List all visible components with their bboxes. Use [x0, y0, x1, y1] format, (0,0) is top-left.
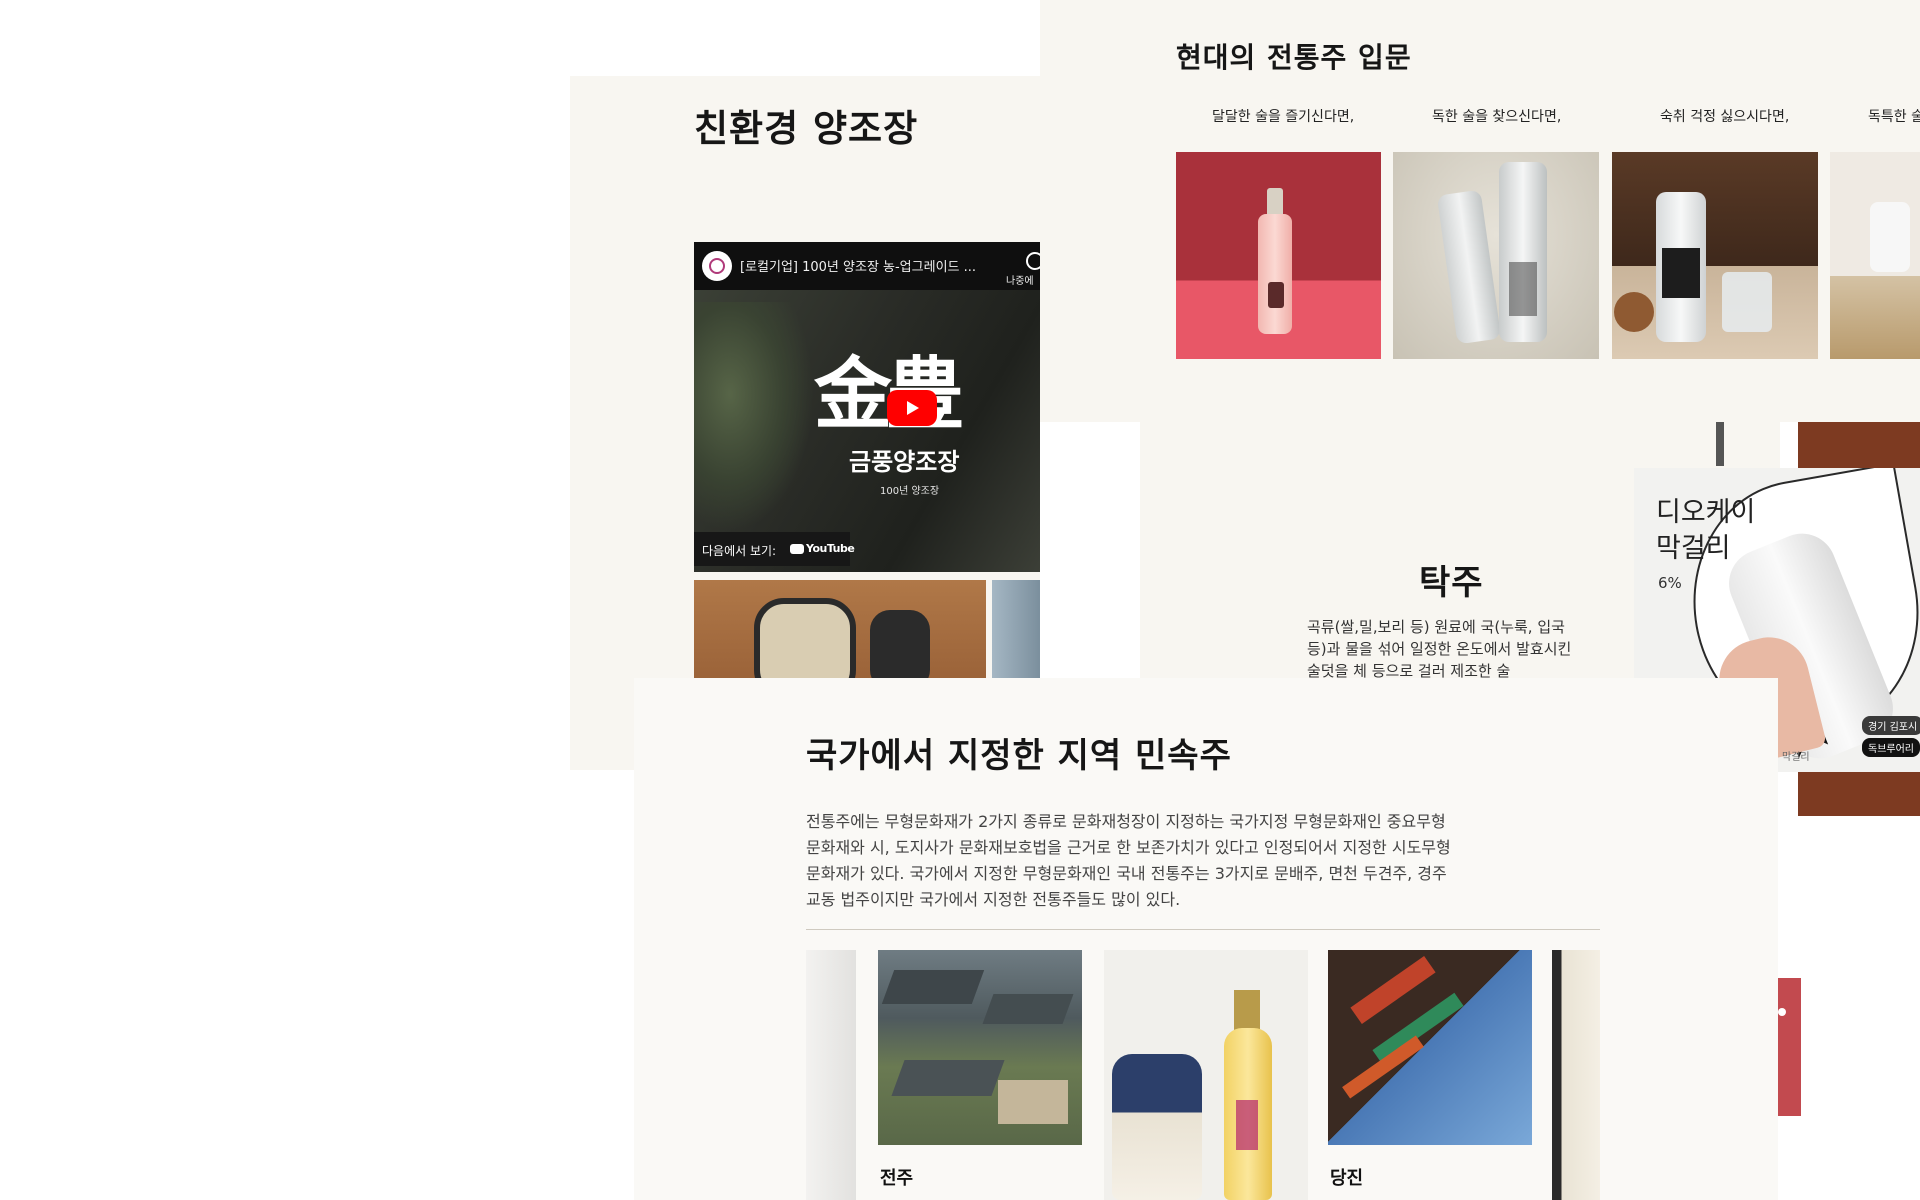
youtube-logo-label: YouTube	[806, 542, 855, 555]
takju-title: 탁주	[1419, 563, 1484, 603]
video-title[interactable]: [로컬기업] 100년 양조장 농-업그레이드 ...	[740, 256, 976, 275]
video-foliage	[694, 302, 814, 532]
region-label-dangjin: 당진	[1330, 1168, 1364, 1189]
watch-on-label: 다음에서 보기:	[702, 544, 777, 558]
play-icon	[907, 401, 919, 415]
carousel-next-edge[interactable]	[1552, 950, 1600, 1200]
video-header: [로컬기업] 100년 양조장 농-업그레이드 ... 나중에	[694, 242, 1040, 290]
brewery-title: 친환경 양조장	[694, 107, 919, 150]
product-name-line-1: 디오케이	[1656, 497, 1756, 528]
product-abv: 6%	[1658, 574, 1682, 592]
pink-bottle-photo[interactable]	[1176, 152, 1381, 359]
video-embed[interactable]: [로컬기업] 100년 양조장 농-업그레이드 ... 나중에 金豊 금풍양조장…	[694, 242, 1040, 572]
caption-sweet: 달달한 술을 즐기신다면,	[1212, 109, 1355, 125]
regional-panel: 국가에서 지정한 지역 민속주 전통주에는 무형문화재가 2가지 종류로 문화재…	[634, 678, 1778, 1200]
regional-title: 국가에서 지정한 지역 민속주	[806, 736, 1232, 776]
regional-paragraph-line-1: 전통주에는 무형문화재가 2가지 종류로 문화재청장이 지정하는 국가지정 무형…	[806, 812, 1446, 831]
caption-unique: 독특한 술	[1868, 109, 1920, 125]
watch-later-label[interactable]: 나중에	[1006, 272, 1034, 287]
youtube-logo-icon	[790, 544, 804, 554]
channel-avatar	[702, 251, 732, 281]
carousel-prev-edge[interactable]	[806, 950, 856, 1200]
region-card-jeonju[interactable]: 전주	[878, 950, 1082, 1200]
clock-icon[interactable]	[1026, 252, 1040, 270]
caption-hangover: 숙취 걱정 싫으시다면,	[1660, 109, 1790, 125]
tag-brewery: 독브루어리	[1862, 738, 1920, 757]
region-label-jeonju: 전주	[880, 1168, 914, 1189]
brewery-photo-2[interactable]	[992, 580, 1040, 684]
regional-paragraph-line-4: 교동 법주이지만 국가에서 지정한 전통주들도 많이 있다.	[806, 890, 1181, 909]
temple-roof-photo	[1328, 950, 1532, 1145]
brewery-panel: 친환경 양조장 [로컬기업] 100년 양조장 농-업그레이드 ... 나중에 …	[570, 76, 1040, 770]
divider-bar	[1716, 422, 1724, 466]
region-card-dangjin[interactable]: 당진	[1328, 950, 1532, 1200]
hanok-village-photo	[878, 950, 1082, 1145]
yakju-bottles-photo	[1104, 950, 1308, 1200]
tag-region: 경기 김포시	[1862, 716, 1920, 735]
region-card-bottles[interactable]	[1104, 950, 1308, 1200]
watch-on-bar[interactable]: 다음에서 보기: YouTube	[694, 532, 855, 566]
regional-paragraph-line-2: 문화재와 시, 도지사가 문화재보호법을 근거로 한 보존가치가 있다고 인정되…	[806, 838, 1451, 857]
crimson-block	[1778, 978, 1801, 1116]
grain-photo[interactable]	[1830, 152, 1920, 359]
brand-big-text: 金豊	[814, 349, 964, 440]
modern-title: 현대의 전통주 입문	[1176, 41, 1412, 74]
takju-desc-line-2: 등)과 물을 섞어 일정한 온도에서 발효시킨	[1307, 640, 1572, 658]
brand-sub-text: 100년 양조장	[880, 486, 940, 497]
tokki-bottles-photo[interactable]	[1393, 152, 1599, 359]
takju-desc-line-3: 술덧을 체 등으로 걸러 제조한 술	[1307, 662, 1511, 680]
takju-desc-line-1: 곡류(쌀,밀,보리 등) 원료에 국(누룩, 입국	[1307, 618, 1565, 636]
brand-ko-text: 금풍양조장	[849, 447, 960, 476]
play-button[interactable]	[887, 390, 937, 426]
won-soju-photo[interactable]	[1612, 152, 1818, 359]
regional-divider	[806, 929, 1600, 930]
brewery-photo-1[interactable]	[694, 580, 986, 684]
regional-paragraph-line-3: 문화재가 있다. 국가에서 지정한 무형문화재인 국내 전통주는 3가지로 문배…	[806, 864, 1447, 883]
product-name-line-2: 막걸리	[1656, 533, 1731, 564]
caption-strong: 독한 술을 찾으신다면,	[1432, 109, 1562, 125]
modern-panel: 현대의 전통주 입문 달달한 술을 즐기신다면, 독한 술을 찾으신다면, 숙취…	[1040, 0, 1920, 422]
product-category: 막걸리	[1782, 752, 1810, 763]
